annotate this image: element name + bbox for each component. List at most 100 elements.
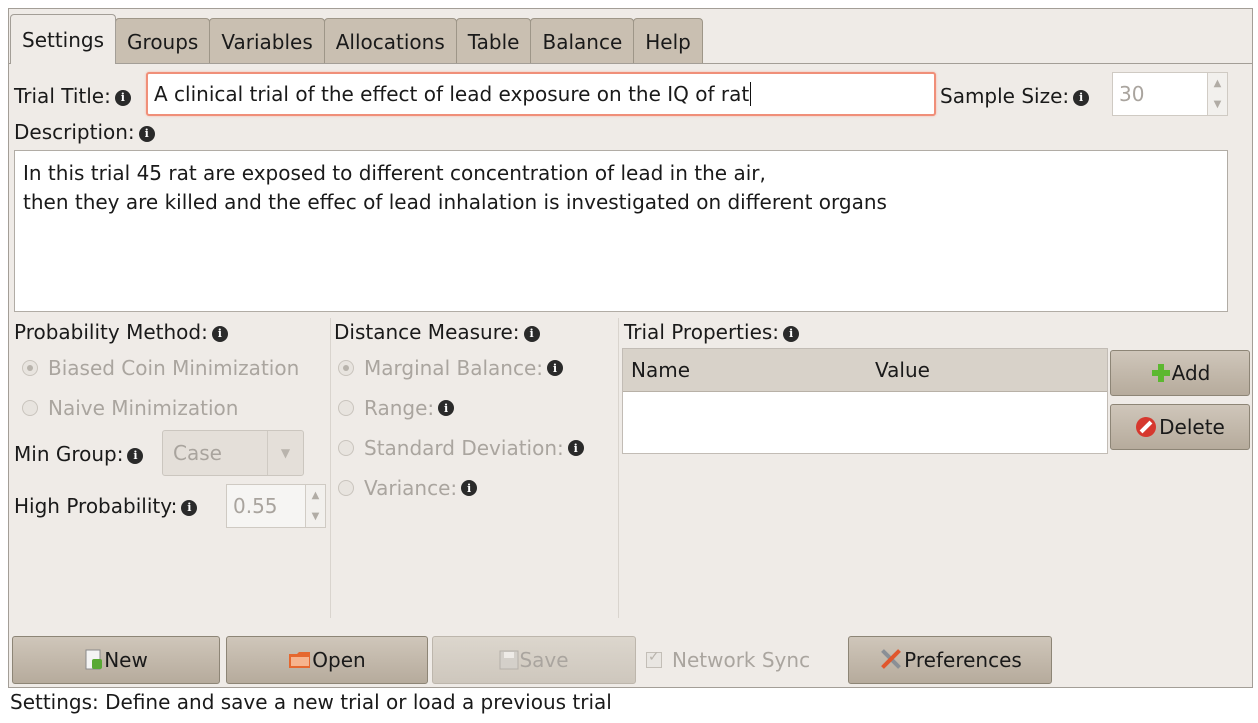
tab-balance[interactable]: Balance <box>530 18 635 64</box>
min-group-label: Min Group: i <box>14 442 144 466</box>
delete-icon <box>1136 417 1157 437</box>
distance-measure-label-text: Distance Measure: <box>334 320 520 344</box>
info-icon[interactable]: i <box>138 125 155 142</box>
high-probability-value: 0.55 <box>233 494 278 518</box>
radio-marginal-balance[interactable]: Marginal Balance: i <box>338 356 563 380</box>
probability-method-label-text: Probability Method: <box>14 320 208 344</box>
chevron-down-icon[interactable]: ▼ <box>267 431 303 475</box>
radio-biased-coin[interactable]: Biased Coin Minimization <box>22 356 299 380</box>
tab-settings[interactable]: Settings <box>10 14 117 64</box>
tab-table[interactable]: Table <box>455 18 532 64</box>
high-probability-spinner[interactable]: 0.55 ▲ ▼ <box>226 484 326 528</box>
high-probability-label: High Probability: i <box>14 494 198 518</box>
radio-button[interactable] <box>22 400 38 416</box>
radio-label: Range: <box>364 396 435 420</box>
preferences-button-label: Preferences <box>904 648 1022 672</box>
radio-button[interactable] <box>338 440 354 456</box>
info-icon[interactable]: i <box>523 325 540 342</box>
preferences-button[interactable]: Preferences <box>848 636 1052 684</box>
info-icon[interactable]: i <box>181 499 198 516</box>
sample-size-spinner[interactable]: 30 ▲ ▼ <box>1112 72 1228 116</box>
trial-title-label: Trial Title: i <box>14 84 131 108</box>
tab-groups[interactable]: Groups <box>115 18 211 64</box>
column-divider <box>330 318 331 618</box>
radio-button[interactable] <box>22 360 38 376</box>
table-header: Name Value <box>623 349 1107 392</box>
trial-title-value: A clinical trial of the effect of lead e… <box>154 82 750 106</box>
checkbox[interactable] <box>646 649 662 668</box>
delete-button-label: Delete <box>1159 415 1225 439</box>
sample-size-stepper[interactable]: ▲ ▼ <box>1207 73 1227 115</box>
preferences-icon <box>881 649 902 669</box>
delete-property-button[interactable]: Delete <box>1110 404 1250 450</box>
tab-help[interactable]: Help <box>633 18 703 64</box>
description-line-1: In this trial 45 rat are exposed to diff… <box>23 161 766 185</box>
open-button[interactable]: Open <box>226 636 428 684</box>
column-header-name[interactable]: Name <box>623 358 867 382</box>
radio-button[interactable] <box>338 360 354 376</box>
open-button-label: Open <box>312 648 366 672</box>
sample-size-label-text: Sample Size: <box>940 84 1070 108</box>
radio-button[interactable] <box>338 480 354 496</box>
radio-range[interactable]: Range: i <box>338 396 455 420</box>
open-folder-icon <box>289 652 311 668</box>
info-icon[interactable]: i <box>127 447 144 464</box>
description-label: Description: i <box>14 120 155 144</box>
info-icon[interactable]: i <box>1073 89 1090 106</box>
new-button-label: New <box>104 648 148 672</box>
description-label-text: Description: <box>14 120 135 144</box>
radio-button[interactable] <box>338 400 354 416</box>
probability-method-label: Probability Method: i <box>14 320 228 344</box>
add-button-label: Add <box>1171 361 1211 385</box>
tab-divider <box>8 63 1253 64</box>
info-icon[interactable]: i <box>438 400 455 416</box>
network-sync-checkbox[interactable]: Network Sync <box>646 648 810 672</box>
tab-bar: Settings Groups Variables Allocations Ta… <box>10 14 703 64</box>
trial-properties-table[interactable]: Name Value <box>622 348 1108 454</box>
min-group-dropdown[interactable]: Case ▼ <box>162 430 304 476</box>
info-icon[interactable]: i <box>211 325 228 342</box>
description-line-2: then they are killed and the effec of le… <box>23 190 887 214</box>
radio-variance[interactable]: Variance: i <box>338 476 478 500</box>
high-probability-label-text: High Probability: <box>14 494 178 518</box>
radio-label: Biased Coin Minimization <box>48 356 300 380</box>
info-icon[interactable]: i <box>461 480 478 496</box>
high-probability-stepper[interactable]: ▲ ▼ <box>305 485 325 527</box>
min-group-value: Case <box>173 441 222 465</box>
save-icon <box>499 650 519 670</box>
description-textarea[interactable]: In this trial 45 rat are exposed to diff… <box>14 150 1228 312</box>
info-icon[interactable]: i <box>567 440 584 456</box>
tab-allocations[interactable]: Allocations <box>323 18 457 64</box>
radio-label: Marginal Balance: <box>364 356 543 380</box>
info-icon[interactable]: i <box>783 325 800 342</box>
column-header-value[interactable]: Value <box>867 358 1107 382</box>
info-icon[interactable]: i <box>114 89 131 106</box>
network-sync-label: Network Sync <box>672 648 811 672</box>
spin-up-icon[interactable]: ▲ <box>312 490 320 501</box>
distance-measure-label: Distance Measure: i <box>334 320 540 344</box>
save-button-label: Save <box>519 648 569 672</box>
save-button[interactable]: Save <box>432 636 636 684</box>
trial-title-input[interactable]: A clinical trial of the effect of lead e… <box>146 72 936 116</box>
spin-down-icon[interactable]: ▼ <box>312 511 320 522</box>
new-button[interactable]: New <box>12 636 220 684</box>
status-bar: Settings: Define and save a new trial or… <box>10 690 612 714</box>
spin-up-icon[interactable]: ▲ <box>1214 78 1222 89</box>
tab-variables[interactable]: Variables <box>209 18 325 64</box>
text-caret <box>750 82 752 106</box>
new-file-icon <box>85 649 103 670</box>
sample-size-label: Sample Size: i <box>940 84 1090 108</box>
trial-properties-label: Trial Properties: i <box>624 320 800 344</box>
trial-properties-label-text: Trial Properties: <box>624 320 780 344</box>
add-property-button[interactable]: Add <box>1110 350 1250 396</box>
info-icon[interactable]: i <box>546 360 563 376</box>
min-group-label-text: Min Group: <box>14 442 124 466</box>
column-divider <box>618 318 619 618</box>
trial-title-label-text: Trial Title: <box>14 84 111 108</box>
radio-standard-deviation[interactable]: Standard Deviation: i <box>338 436 584 460</box>
sample-size-value: 30 <box>1119 82 1145 106</box>
radio-label: Variance: <box>364 476 458 500</box>
radio-label: Naive Minimization <box>48 396 239 420</box>
radio-naive-minimization[interactable]: Naive Minimization <box>22 396 238 420</box>
spin-down-icon[interactable]: ▼ <box>1214 99 1222 110</box>
